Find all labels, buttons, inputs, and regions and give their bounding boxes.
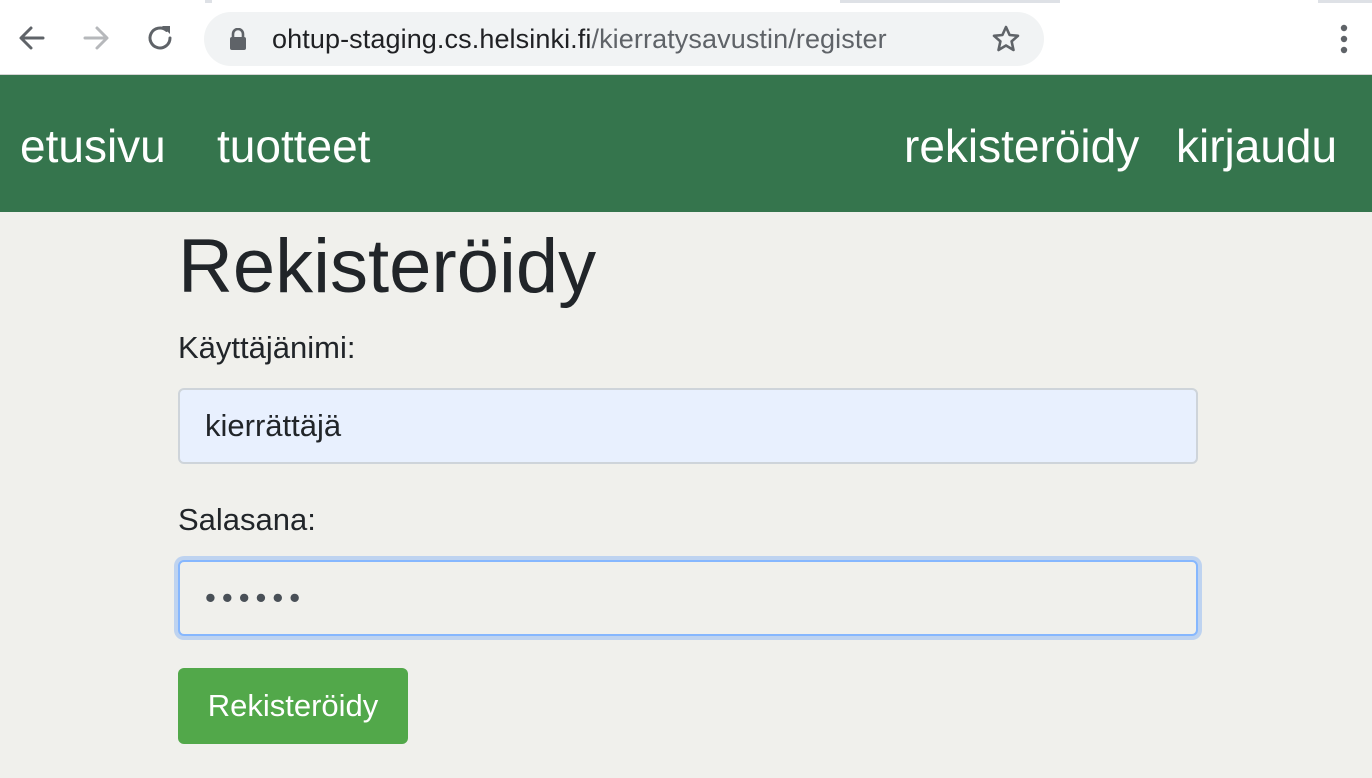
page-title: Rekisteröidy [178,224,597,309]
address-bar[interactable]: ohtup-staging.cs.helsinki.fi/kierratysav… [204,12,1044,66]
back-arrow-icon [19,26,45,50]
username-input[interactable] [178,388,1198,464]
url-host: ohtup-staging.cs.helsinki.fi [272,24,592,54]
reload-icon [148,26,172,50]
reload-button[interactable] [136,14,184,62]
nav-link-register[interactable]: rekisteröidy [904,75,1139,212]
password-input[interactable] [178,560,1198,636]
forward-arrow-icon [83,26,109,50]
forward-button[interactable] [72,14,120,62]
back-button[interactable] [8,14,56,62]
lock-icon [230,28,246,50]
nav-link-products[interactable]: tuotteet [217,75,370,212]
browser-toolbar: ohtup-staging.cs.helsinki.fi/kierratysav… [0,0,1372,75]
username-label: Käyttäjänimi: [178,330,356,365]
register-submit-button[interactable]: Rekisteröidy [178,668,408,744]
star-icon[interactable] [991,24,1021,54]
tab-strip-edge [0,0,1372,3]
url-text: ohtup-staging.cs.helsinki.fi/kierratysav… [272,12,887,66]
nav-link-home[interactable]: etusivu [20,75,166,212]
site-navbar: etusivu tuotteet rekisteröidy kirjaudu [0,75,1372,212]
url-path: /kierratysavustin/register [591,24,887,54]
password-label: Salasana: [178,502,316,537]
nav-link-login[interactable]: kirjaudu [1176,75,1337,212]
kebab-menu-icon[interactable] [1326,22,1362,56]
